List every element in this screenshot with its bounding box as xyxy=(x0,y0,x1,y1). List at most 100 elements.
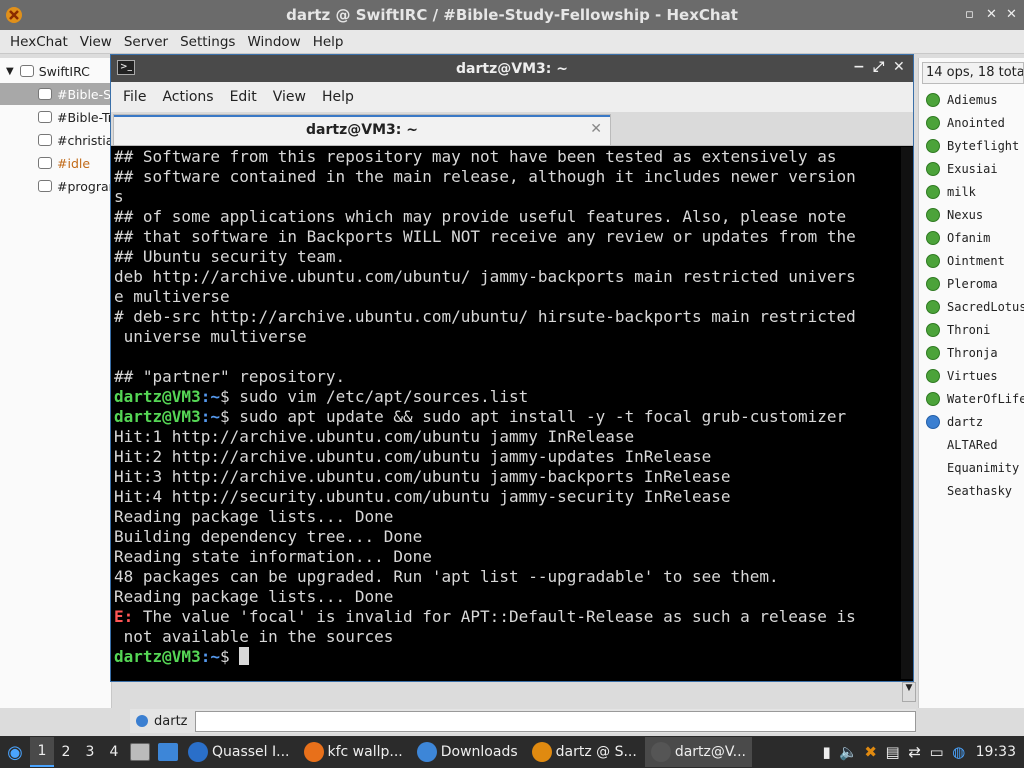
expand-arrow-icon[interactable]: ▼ xyxy=(6,66,14,77)
tree-channel-bible-study-fellowship[interactable]: #Bible-Study-Fellowship xyxy=(0,83,112,105)
menu-window[interactable]: Window xyxy=(241,34,306,50)
taskbar-task[interactable]: kfc wallp... xyxy=(298,737,409,767)
user-list-item[interactable]: Byteflight xyxy=(926,134,1019,157)
workspace-4[interactable]: 4 xyxy=(102,744,126,760)
op-status-icon xyxy=(926,207,940,222)
user-list-item[interactable]: Pleroma xyxy=(926,272,998,295)
workspace-2[interactable]: 2 xyxy=(54,744,78,760)
line-text: ## "partner" repository. xyxy=(114,367,346,386)
user-list-item[interactable]: dartz xyxy=(926,410,983,433)
menu-settings[interactable]: Settings xyxy=(174,34,241,50)
prompt-user: dartz@VM3 xyxy=(114,387,201,406)
user-list-item[interactable]: Seathasky xyxy=(926,479,1012,502)
user-list-item[interactable]: Thronja xyxy=(926,341,998,364)
hexchat-tray-icon[interactable]: ✖ xyxy=(860,743,882,761)
user-nick: Ointment xyxy=(947,253,1005,268)
user-nick: Ofanim xyxy=(947,230,991,245)
user-list-item[interactable]: Ofanim xyxy=(926,226,990,249)
maximize-icon[interactable]: ⤢ xyxy=(873,59,884,75)
menu-hexchat[interactable]: HexChat xyxy=(4,34,74,50)
nick-button[interactable]: dartz xyxy=(154,714,187,729)
maximize-icon[interactable]: ✕ xyxy=(986,7,997,22)
error-tag: E: xyxy=(114,607,134,626)
terminal-tab[interactable]: dartz@VM3: ~ ✕ xyxy=(113,114,611,145)
user-list-item[interactable]: WaterOfLife xyxy=(926,387,1024,410)
message-input[interactable] xyxy=(195,710,916,732)
line-text: Hit:1 http://archive.ubuntu.com/ubuntu j… xyxy=(114,427,635,446)
channel-icon xyxy=(38,180,52,192)
line-text: Reading package lists... Done xyxy=(114,507,394,526)
show-desktop-icon[interactable] xyxy=(130,743,150,761)
menu-help[interactable]: Help xyxy=(314,89,362,105)
user-list-item[interactable]: Exusiai xyxy=(926,157,998,180)
menu-file[interactable]: File xyxy=(115,89,154,105)
menu-actions[interactable]: Actions xyxy=(154,89,221,105)
update-icon[interactable]: ◍ xyxy=(948,743,970,761)
user-list-item[interactable]: Virtues xyxy=(926,364,998,387)
user-nick: Adiemus xyxy=(947,92,998,107)
taskbar-task[interactable]: dartz @ S... xyxy=(526,737,643,767)
quassel-icon xyxy=(188,742,208,762)
user-list-item[interactable]: Anointed xyxy=(926,111,1005,134)
minimize-icon[interactable]: ▫ xyxy=(965,7,974,22)
close-icon[interactable]: ✕ xyxy=(1006,7,1017,22)
volume-icon[interactable]: 🔈 xyxy=(838,743,860,761)
line-text: Building dependency tree... Done xyxy=(114,527,423,546)
prompt-command: $ sudo apt update && sudo apt install -y… xyxy=(219,407,847,426)
clock[interactable]: 19:33 xyxy=(976,744,1016,760)
user-status-icon xyxy=(926,438,940,452)
tree-channel-idle[interactable]: #idle xyxy=(0,152,112,174)
menu-view[interactable]: View xyxy=(74,34,118,50)
tree-channel-bible-trivia[interactable]: #Bible-Trivia xyxy=(0,106,112,128)
user-list-item[interactable]: Adiemus xyxy=(926,88,998,111)
user-nick: Seathasky xyxy=(947,483,1013,498)
terminal-line: Reading state information... Done xyxy=(114,547,886,567)
hexchat-titlebar: dartz @ SwiftIRC / #Bible-Study-Fellowsh… xyxy=(0,0,1024,30)
window-list-icon[interactable] xyxy=(158,743,178,761)
taskbar-task[interactable]: Downloads xyxy=(411,737,524,767)
notes-icon[interactable]: ▤ xyxy=(882,743,904,761)
tree-channel-christian[interactable]: #christian xyxy=(0,129,112,151)
taskbar-task[interactable]: dartz@V... xyxy=(644,737,753,767)
user-list-item[interactable]: Nexus xyxy=(926,203,983,226)
tab-close-icon[interactable]: ✕ xyxy=(590,121,602,137)
user-list-item[interactable]: milk xyxy=(926,180,976,203)
taskbar-task[interactable]: Quassel I... xyxy=(182,737,296,767)
menu-help[interactable]: Help xyxy=(307,34,350,50)
workspace-3[interactable]: 3 xyxy=(78,744,102,760)
user-list-item[interactable]: Ointment xyxy=(926,249,1005,272)
menu-edit[interactable]: Edit xyxy=(222,89,265,105)
menu-view[interactable]: View xyxy=(265,89,314,105)
terminal-line: E: The value 'focal' is invalid for APT:… xyxy=(114,607,886,627)
terminal-output[interactable]: ## Software from this repository may not… xyxy=(114,147,886,679)
menu-server[interactable]: Server xyxy=(118,34,174,50)
user-list-item[interactable]: SacredLotus xyxy=(926,295,1024,318)
tree-channel-programming[interactable]: #programming xyxy=(0,175,112,197)
scroll-down-arrow-icon[interactable]: ▼ xyxy=(902,682,916,702)
close-icon[interactable]: ✕ xyxy=(893,59,905,75)
user-nick: Exusiai xyxy=(947,161,998,176)
user-list-item[interactable]: Throni xyxy=(926,318,990,341)
workspace-1[interactable]: 1 xyxy=(30,737,54,767)
clipboard-icon[interactable]: ▮ xyxy=(816,743,838,761)
terminal-line: Reading package lists... Done xyxy=(114,587,886,607)
line-text: The value 'focal' is invalid for APT::De… xyxy=(133,607,856,626)
server-icon xyxy=(19,65,34,77)
user-nick: SacredLotus xyxy=(947,299,1024,314)
terminal-scrollbar[interactable] xyxy=(901,147,913,679)
start-menu-icon[interactable]: ◉ xyxy=(0,737,30,767)
user-list-item[interactable]: ALTARed xyxy=(926,433,998,456)
minimize-icon[interactable]: − xyxy=(853,59,865,75)
op-status-icon xyxy=(926,345,940,360)
tree-server-swiftirc[interactable]: ▼ SwiftIRC xyxy=(0,60,112,82)
network-icon[interactable]: ⇄ xyxy=(904,743,926,761)
terminal-title: dartz@VM3: ~ xyxy=(456,60,568,77)
hexchat-icon xyxy=(6,7,22,23)
terminal-line: not available in the sources xyxy=(114,627,886,647)
battery-icon[interactable]: ▭ xyxy=(926,743,948,761)
user-list-item[interactable]: Equanimity xyxy=(926,456,1019,479)
terminal-line: e multiverse xyxy=(114,287,886,307)
terminal-line: # deb-src http://archive.ubuntu.com/ubun… xyxy=(114,307,886,327)
op-status-icon xyxy=(926,115,940,130)
window-title: dartz @ SwiftIRC / #Bible-Study-Fellowsh… xyxy=(286,6,738,24)
